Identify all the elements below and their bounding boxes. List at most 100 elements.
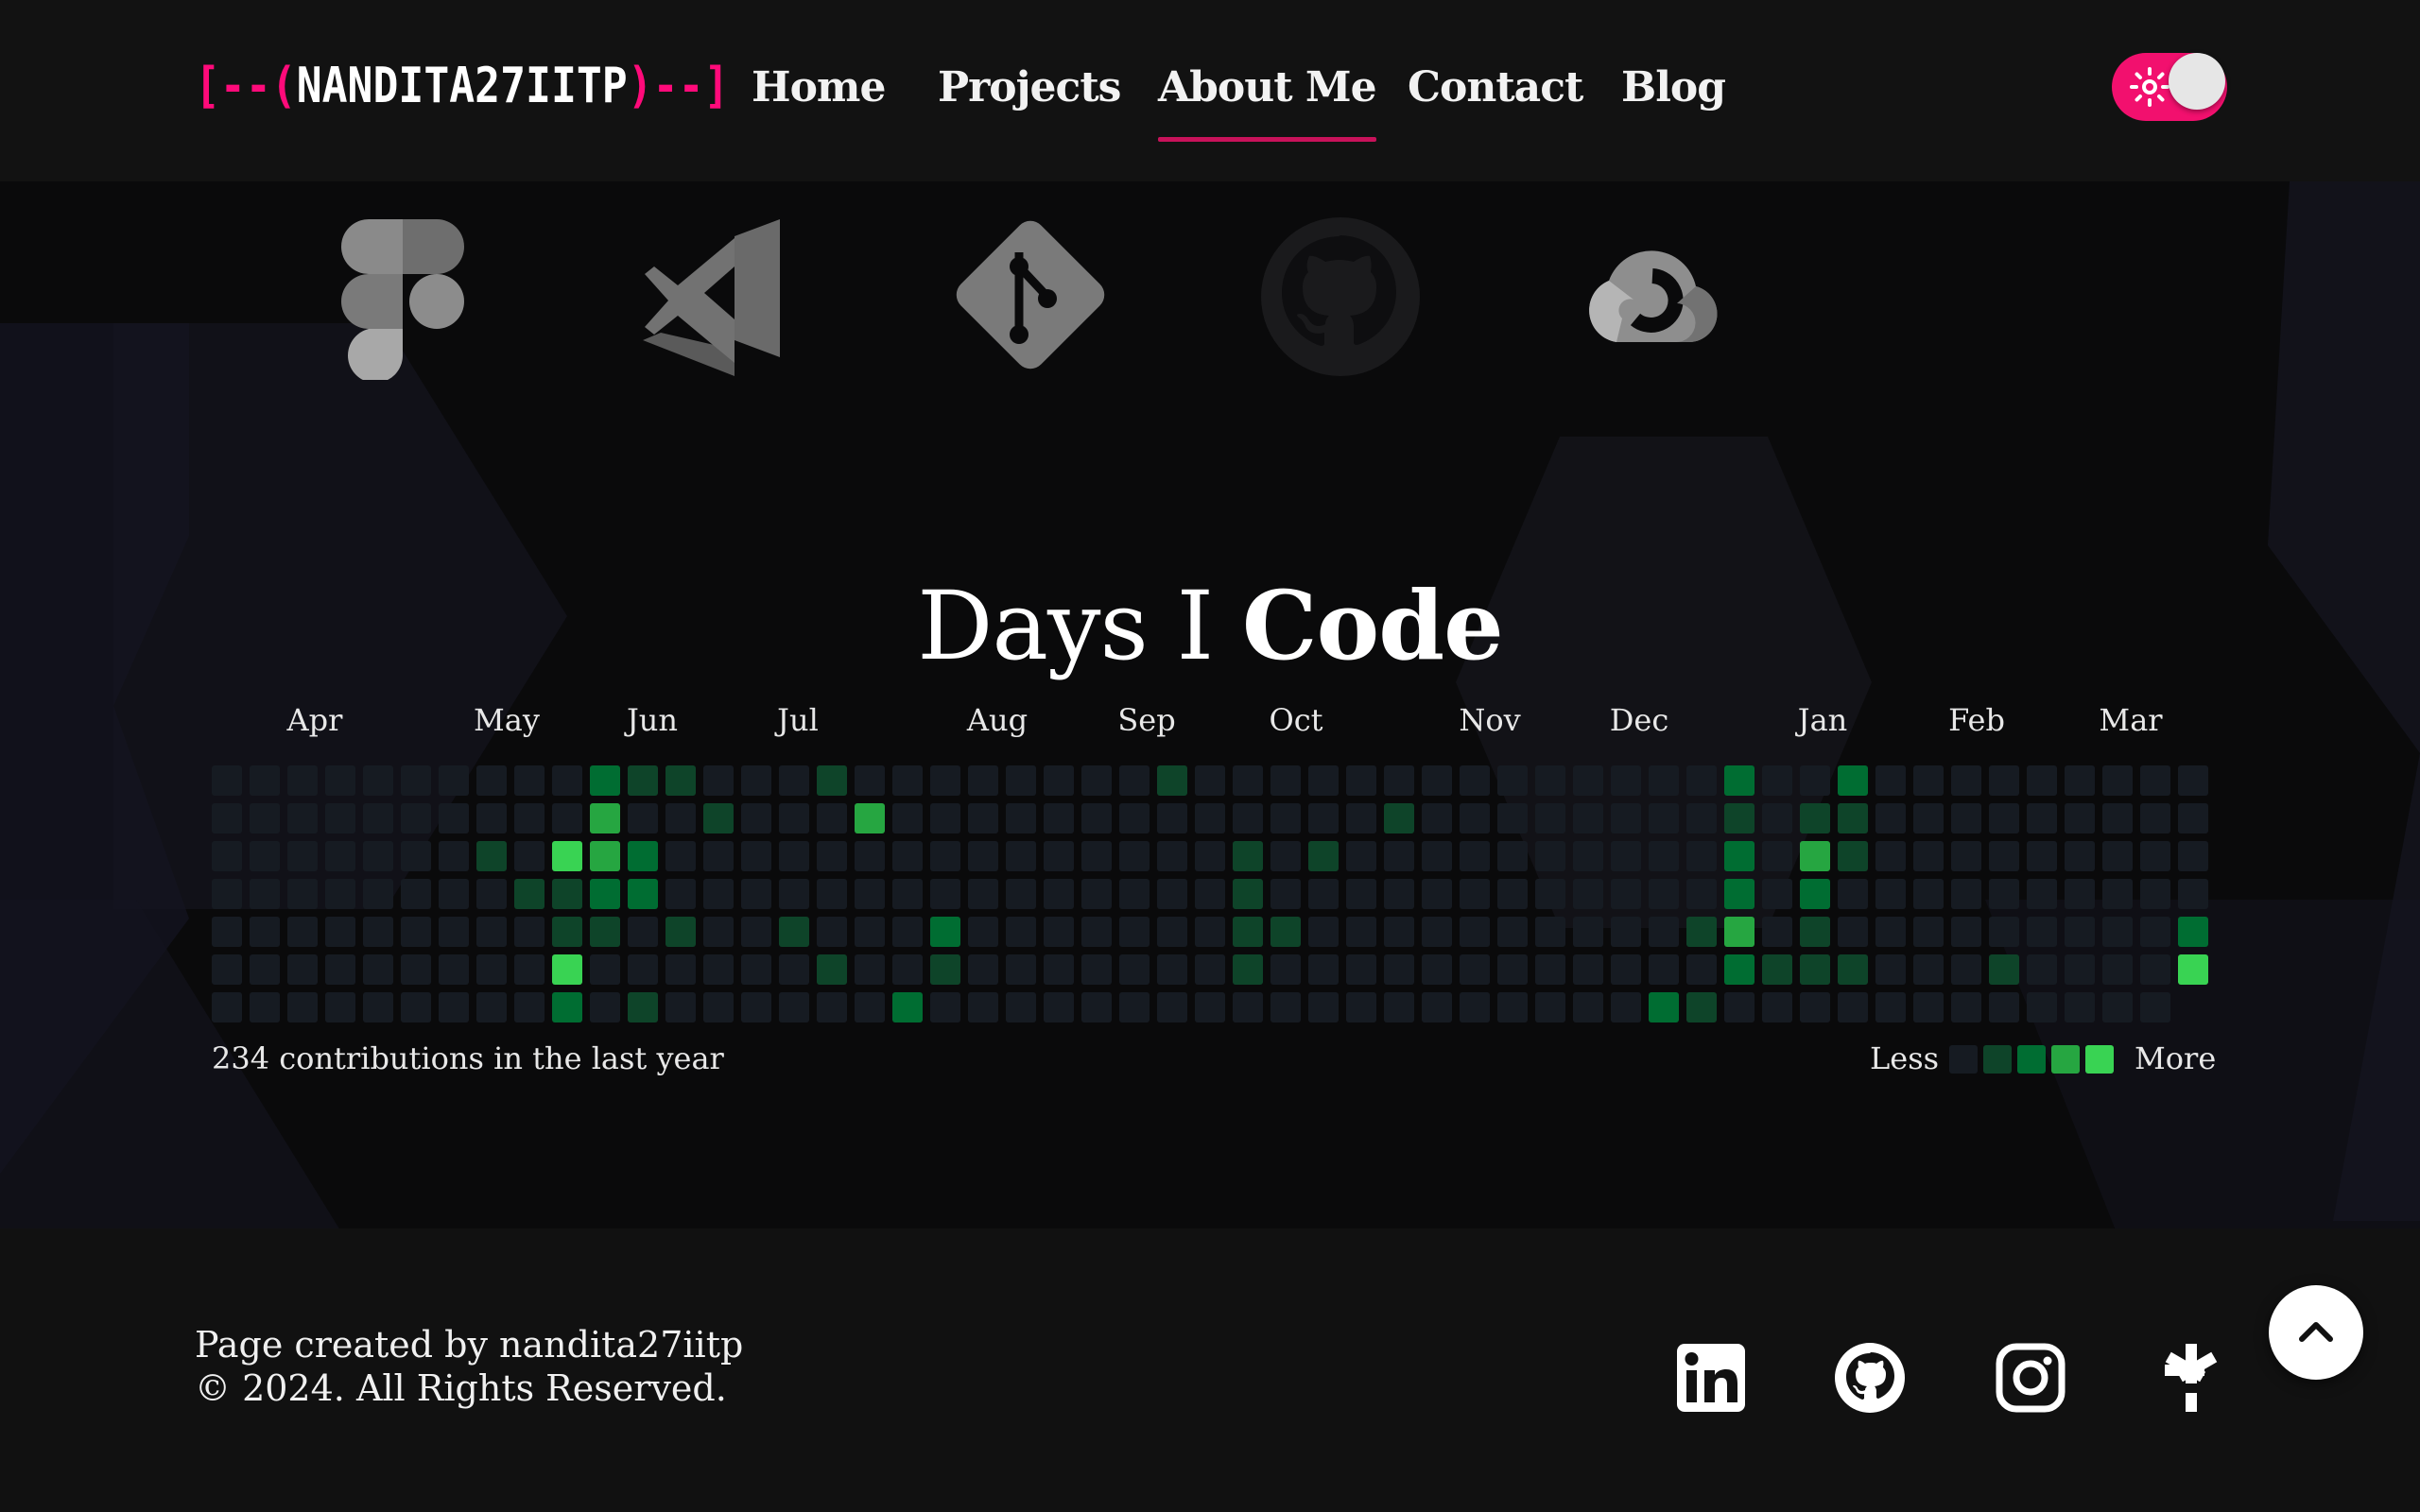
credit-line: Page created by nandita27iitp: [195, 1324, 744, 1366]
contribution-cell: [439, 917, 469, 947]
contribution-cell: [1762, 841, 1792, 871]
contribution-cell: [1006, 917, 1036, 947]
back-to-top-button[interactable]: [2269, 1285, 2363, 1380]
contribution-cell: [1460, 917, 1490, 947]
contribution-cell: [1081, 841, 1112, 871]
contribution-cell: [2178, 841, 2208, 871]
contribution-cell: [1724, 879, 1754, 909]
contribution-cell: [1384, 992, 1414, 1022]
contribution-cell: [325, 841, 355, 871]
github-icon: [1255, 210, 1426, 380]
contribution-cell: [1497, 841, 1528, 871]
contribution-cell: [1233, 954, 1263, 985]
contribution-cell: [1006, 992, 1036, 1022]
contribution-cell: [552, 803, 582, 833]
contribution-cell: [930, 765, 960, 796]
contribution-cell: [1724, 841, 1754, 871]
contribution-cell: [1346, 992, 1376, 1022]
month-label: Feb: [1948, 702, 2005, 738]
site-logo[interactable]: [--(NANDITA27IITP)--]: [195, 53, 729, 119]
contribution-cell: [1497, 879, 1528, 909]
contribution-cell: [1535, 765, 1565, 796]
toggle-knob: [2169, 53, 2225, 110]
contribution-cell: [1497, 954, 1528, 985]
contribution-cell: [1044, 917, 1074, 947]
contribution-cell: [363, 992, 393, 1022]
contribution-cell: [590, 917, 620, 947]
contribution-cell: [855, 841, 885, 871]
contribution-cell: [1422, 992, 1452, 1022]
theme-toggle[interactable]: [2112, 53, 2227, 121]
contribution-cell: [1460, 992, 1490, 1022]
contribution-cell: [2065, 803, 2095, 833]
nav-blog[interactable]: Blog: [1621, 59, 1726, 125]
contribution-cell: [1384, 879, 1414, 909]
instagram-icon[interactable]: [1995, 1342, 2066, 1414]
contribution-cell: [779, 765, 809, 796]
contribution-cell: [1762, 917, 1792, 947]
contribution-cell: [930, 954, 960, 985]
contribution-cell: [2140, 841, 2170, 871]
contribution-cell: [2065, 954, 2095, 985]
contribution-cell: [2027, 803, 2057, 833]
legend-swatch: [2051, 1045, 2080, 1074]
contribution-summary: 234 contributions in the last year: [212, 1040, 724, 1076]
contribution-cell: [1460, 841, 1490, 871]
contribution-cell: [325, 992, 355, 1022]
nav-projects[interactable]: Projects: [938, 59, 1121, 125]
contribution-cell: [1838, 803, 1868, 833]
legend-swatch: [1983, 1045, 2012, 1074]
contribution-cell: [1762, 954, 1792, 985]
contribution-cell: [1044, 879, 1074, 909]
linkedin-icon[interactable]: [1675, 1342, 1747, 1414]
contribution-cell: [628, 954, 658, 985]
contribution-cell: [779, 954, 809, 985]
linktree-icon[interactable]: [2155, 1342, 2227, 1414]
contribution-cell: [1989, 954, 2019, 985]
contribution-cell: [2027, 917, 2057, 947]
contribution-cell: [552, 765, 582, 796]
contribution-cell: [1573, 841, 1603, 871]
contribution-cell: [1876, 954, 1906, 985]
contribution-cell: [325, 803, 355, 833]
site-header: [--(NANDITA27IITP)--] Home Projects Abou…: [0, 0, 2420, 181]
contribution-cell: [1497, 917, 1528, 947]
contribution-cell: [1422, 841, 1452, 871]
contribution-cell: [666, 803, 696, 833]
contribution-cell: [212, 917, 242, 947]
contribution-cell: [892, 879, 923, 909]
contribution-cell: [2102, 917, 2133, 947]
contribution-cell: [1346, 803, 1376, 833]
contribution-cell: [1384, 803, 1414, 833]
contribution-cell: [1497, 992, 1528, 1022]
contribution-cell: [1422, 803, 1452, 833]
page: [--(NANDITA27IITP)--] Home Projects Abou…: [0, 0, 2420, 1512]
nav-about-me[interactable]: About Me: [1158, 59, 1377, 142]
contribution-cell: [439, 841, 469, 871]
contribution-cell: [1422, 765, 1452, 796]
contribution-cell: [401, 954, 431, 985]
contribution-cell: [1951, 992, 1981, 1022]
contribution-cell: [1724, 803, 1754, 833]
nav-home[interactable]: Home: [752, 59, 886, 125]
contribution-cell: [1838, 992, 1868, 1022]
contribution-cell: [1989, 879, 2019, 909]
nav-contact[interactable]: Contact: [1408, 59, 1583, 125]
contribution-cell: [2140, 992, 2170, 1022]
contribution-cell: [514, 917, 544, 947]
contribution-cell: [1800, 917, 1830, 947]
heading-light: Days I: [917, 571, 1214, 681]
contribution-cell: [287, 917, 318, 947]
contribution-cell: [1535, 954, 1565, 985]
contribution-cell: [401, 879, 431, 909]
contribution-cell: [590, 879, 620, 909]
contribution-cell: [1308, 992, 1339, 1022]
contribution-cell: [2178, 879, 2208, 909]
contribution-cell: [2140, 765, 2170, 796]
contribution-cell: [250, 803, 280, 833]
contribution-cell: [1762, 765, 1792, 796]
contribution-cell: [1233, 917, 1263, 947]
contribution-cell: [1346, 841, 1376, 871]
github-icon[interactable]: [1834, 1342, 1906, 1414]
contribution-cell: [968, 992, 998, 1022]
